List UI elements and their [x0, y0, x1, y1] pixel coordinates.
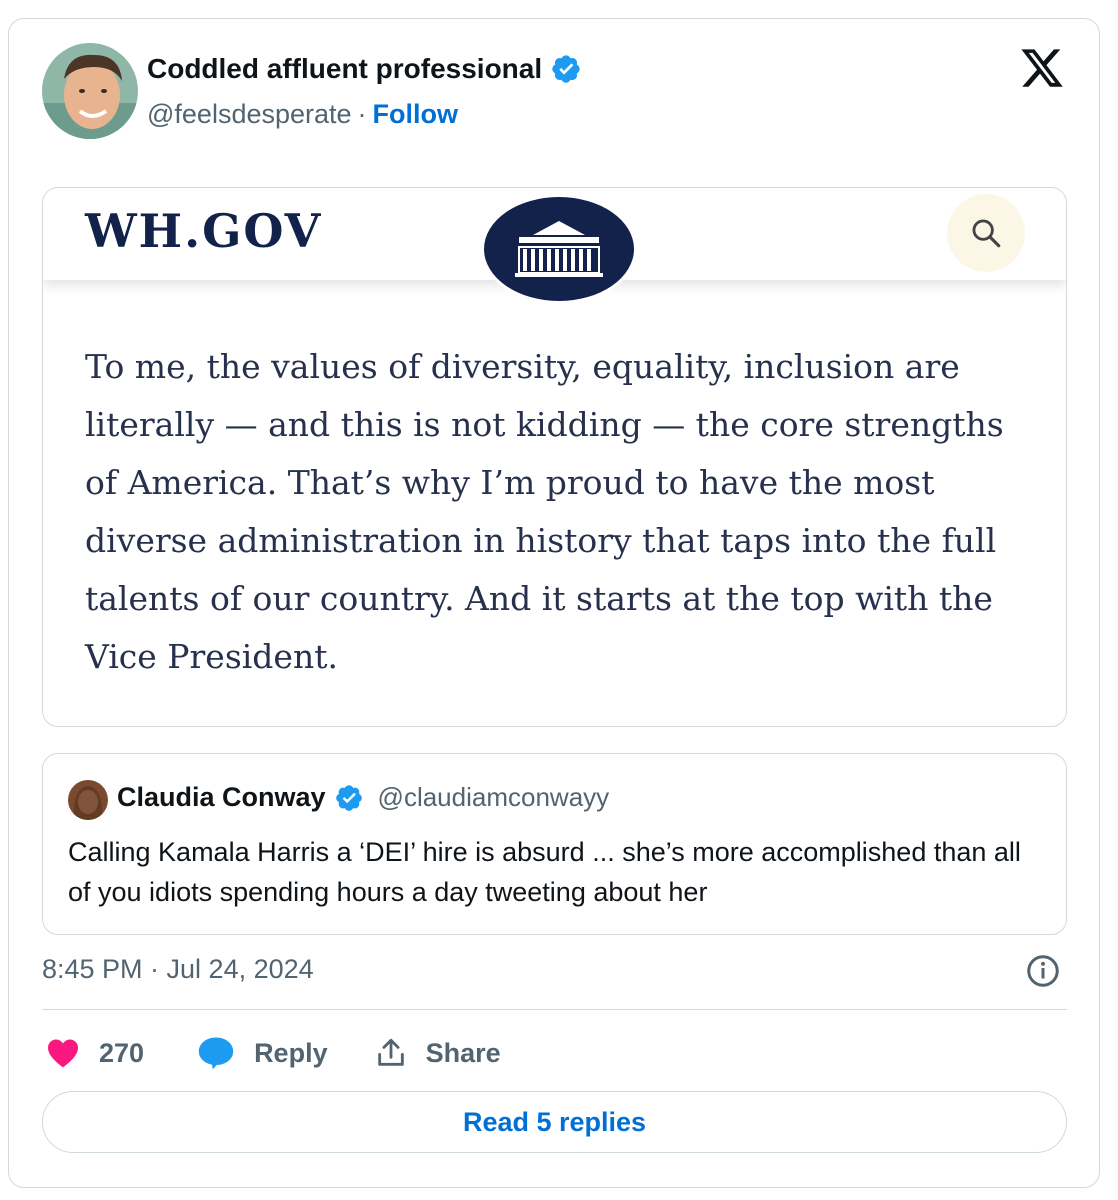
- heart-icon: [48, 1039, 78, 1068]
- quoted-tweet-text: Calling Kamala Harris a ‘DEI’ hire is ab…: [68, 837, 1021, 907]
- like-button[interactable]: 270: [45, 1035, 144, 1071]
- tweet-timestamp[interactable]: 8:45 PM · Jul 24, 2024: [42, 954, 314, 985]
- wh-quote-text: To me, the values of diversity, equality…: [85, 347, 1004, 676]
- share-icon: [377, 1038, 404, 1066]
- quoted-author-name[interactable]: Claudia Conway: [117, 782, 326, 813]
- author-name-row: Coddled affluent professional: [147, 53, 582, 85]
- follow-button[interactable]: Follow: [373, 99, 458, 130]
- author-avatar[interactable]: [42, 43, 138, 139]
- wh-site-title: WH.GOV: [85, 204, 323, 258]
- read-replies-button[interactable]: Read 5 replies: [42, 1091, 1067, 1153]
- embedded-image[interactable]: WH.GOV To me, the values of diversity, e…: [42, 187, 1067, 727]
- divider: [42, 1009, 1067, 1010]
- share-button[interactable]: Share: [374, 1036, 501, 1070]
- reply-button[interactable]: Reply: [196, 1035, 328, 1071]
- info-icon[interactable]: [1025, 953, 1061, 989]
- reply-bubble-icon: [198, 1037, 234, 1070]
- action-bar: 270 Reply Share: [45, 1029, 501, 1077]
- white-house-seal-icon: [481, 194, 637, 304]
- verified-badge-icon: [335, 784, 362, 811]
- like-count: 270: [99, 1037, 145, 1068]
- tweet-card: Coddled affluent professional @feelsdesp…: [8, 18, 1100, 1188]
- separator-dot: ·: [357, 99, 367, 129]
- author-handle[interactable]: @feelsdesperate: [147, 99, 352, 130]
- quoted-author-handle[interactable]: @claudiamconwayy: [378, 782, 610, 813]
- author-display-name[interactable]: Coddled affluent professional: [147, 53, 542, 85]
- quoted-author-avatar[interactable]: [68, 780, 108, 820]
- search-icon: [947, 194, 1025, 272]
- quoted-author-row: Claudia Conway @claudiamconwayy: [117, 782, 609, 813]
- x-logo-icon[interactable]: [1019, 45, 1065, 91]
- quoted-tweet[interactable]: Claudia Conway @claudiamconwayy Calling …: [42, 753, 1067, 935]
- verified-badge-icon: [552, 55, 580, 83]
- author-handle-row: @feelsdesperate · Follow: [147, 99, 458, 130]
- reply-label: Reply: [254, 1037, 328, 1068]
- share-label: Share: [425, 1037, 501, 1068]
